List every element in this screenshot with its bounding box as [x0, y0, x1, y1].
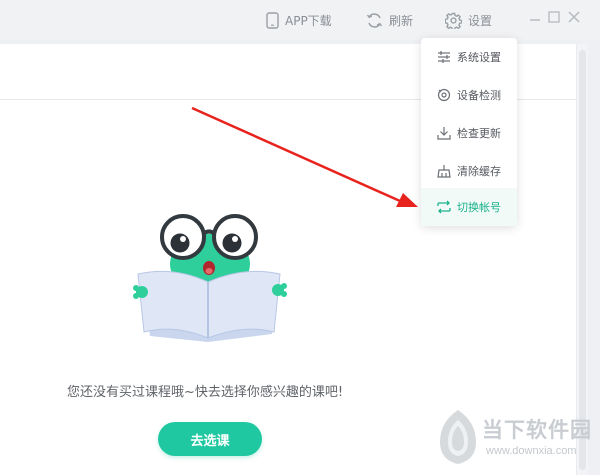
- watermark-title: 当下软件园: [482, 417, 592, 442]
- watermark-url: www.downxia.com: [486, 445, 577, 457]
- annotation-arrow: [191, 106, 418, 207]
- watermark: 当下软件园 www.downxia.com: [436, 408, 600, 470]
- watermark-logo-icon: [440, 410, 476, 464]
